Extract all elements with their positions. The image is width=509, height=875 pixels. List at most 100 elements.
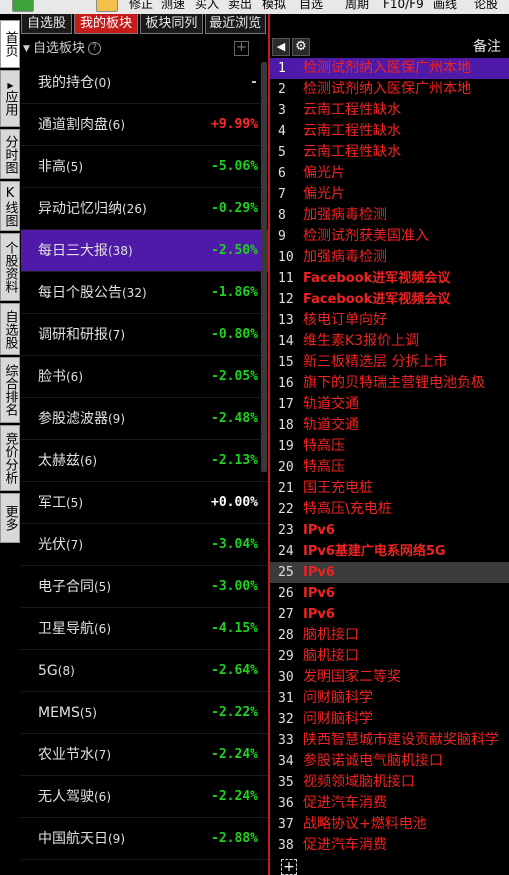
block-panel-title[interactable]: 自选板块 xyxy=(33,36,85,62)
toolbar-f10-button[interactable]: F10/F9 xyxy=(383,0,424,12)
nav-kline-label: K线图 xyxy=(2,185,18,227)
toolbar-buy-button[interactable]: 买入 xyxy=(195,0,219,12)
block-list-scrollbar[interactable] xyxy=(261,62,267,472)
note-row[interactable]: 24 IPv6基建广电系网络5G xyxy=(270,541,509,562)
block-row[interactable]: 非高(5) -5.06% xyxy=(21,146,268,188)
note-row[interactable]: 35 视频领域脑机接口 xyxy=(270,772,509,793)
note-row[interactable]: 6 偏光片 xyxy=(270,163,509,184)
note-row[interactable]: 17 轨道交通 xyxy=(270,394,509,415)
add-note-icon[interactable]: + xyxy=(281,859,297,875)
block-row[interactable]: 农业节水(7) -2.24% xyxy=(21,734,268,776)
toolbar-draw-button[interactable]: 画线 xyxy=(433,0,457,12)
tab-block-peers[interactable]: 板块同列 xyxy=(140,14,203,34)
toolbar-discuss-button[interactable]: 论股 xyxy=(474,0,498,12)
note-row[interactable]: 31 问财脑科学 xyxy=(270,688,509,709)
note-row[interactable]: 16 旗下的贝特瑞主营锂电池负极 xyxy=(270,373,509,394)
toolbar-speedtest-button[interactable]: 测速 xyxy=(161,0,185,12)
arrow-down-icon[interactable] xyxy=(96,0,118,12)
block-row[interactable]: 无人驾驶(6) -2.24% xyxy=(21,776,268,818)
toolbar-correct-button[interactable]: 修正 xyxy=(129,0,153,12)
app-icon[interactable] xyxy=(12,0,34,12)
note-row[interactable]: 34 参股诺诚电气脑机接口 xyxy=(270,751,509,772)
block-row[interactable]: 每日三大报(38) -2.50% xyxy=(21,230,268,272)
block-row[interactable]: 脸书(6) -2.05% xyxy=(21,356,268,398)
nav-apps[interactable]: ▶ 应用 xyxy=(0,70,20,127)
note-row[interactable]: 19 特高压 xyxy=(270,436,509,457)
block-row[interactable]: 参股滤波器(9) -2.48% xyxy=(21,398,268,440)
block-label: 军工(5) xyxy=(38,482,83,524)
note-row[interactable]: 20 特高压 xyxy=(270,457,509,478)
nav-kline-chart[interactable]: K线图 xyxy=(0,181,20,231)
note-row[interactable]: 11 Facebook进军视频会议 xyxy=(270,268,509,289)
note-row[interactable]: 28 脑机接口 xyxy=(270,625,509,646)
toolbar-simulate-button[interactable]: 模拟 xyxy=(262,0,286,12)
note-row[interactable]: 14 维生素K3报价上调 xyxy=(270,331,509,352)
note-number: 3 xyxy=(278,103,286,118)
tab-recent[interactable]: 最近浏览 xyxy=(204,14,266,34)
nav-stock-profile[interactable]: 个股资料 xyxy=(0,233,20,301)
note-row[interactable]: 7 偏光片 xyxy=(270,184,509,205)
block-row[interactable]: 5G(8) -2.64% xyxy=(21,650,268,692)
add-block-icon[interactable]: + xyxy=(234,41,249,56)
note-row[interactable]: 18 轨道交通 xyxy=(270,415,509,436)
note-number: 31 xyxy=(278,691,294,706)
block-name: 非高 xyxy=(38,159,66,175)
block-name: 卫星导航 xyxy=(38,621,94,637)
block-count: (5) xyxy=(79,706,97,720)
note-row[interactable]: 22 特高压\充电桩 xyxy=(270,499,509,520)
note-number: 27 xyxy=(278,607,294,622)
note-row[interactable]: 33 陕西智慧城市建设贡献奖脑科学 xyxy=(270,730,509,751)
caret-down-icon[interactable]: ▼ xyxy=(23,36,30,62)
note-row[interactable]: 32 问财脑科学 xyxy=(270,709,509,730)
block-row[interactable]: 每日个股公告(32) -1.86% xyxy=(21,272,268,314)
tab-my-blocks[interactable]: 我的板块 xyxy=(73,14,139,34)
note-row[interactable]: 27 IPv6 xyxy=(270,604,509,625)
note-row[interactable]: 38 促进汽车消费 xyxy=(270,835,509,856)
note-row[interactable]: 29 脑机接口 xyxy=(270,646,509,667)
note-row[interactable]: 25 IPv6 xyxy=(270,562,509,583)
note-row[interactable]: 5 云南工程性缺水 xyxy=(270,142,509,163)
note-row[interactable]: 36 促进汽车消费 xyxy=(270,793,509,814)
note-row[interactable]: 10 加强病毒检测 xyxy=(270,247,509,268)
block-row[interactable]: 我的持仓(0) - xyxy=(21,62,268,104)
block-row[interactable]: 通道割肉盘(6) +9.99% xyxy=(21,104,268,146)
block-row[interactable]: 军工(5) +0.00% xyxy=(21,482,268,524)
block-row[interactable]: 异动记忆归纳(26) -0.29% xyxy=(21,188,268,230)
nav-more[interactable]: 更多 xyxy=(0,493,20,543)
note-text: 视频领域脑机接口 xyxy=(303,774,415,790)
note-row[interactable]: 3 云南工程性缺水 xyxy=(270,100,509,121)
collapse-left-icon[interactable]: ◀ xyxy=(272,38,290,56)
note-row[interactable]: 30 发明国家二等奖 xyxy=(270,667,509,688)
note-row[interactable]: 4 云南工程性缺水 xyxy=(270,121,509,142)
note-row[interactable]: 21 国王充电桩 xyxy=(270,478,509,499)
toolbar-watchlist-button[interactable]: 自选 xyxy=(299,0,323,12)
block-row[interactable]: 电子合同(5) -3.00% xyxy=(21,566,268,608)
nav-auction-analysis[interactable]: 竞价分析 xyxy=(0,425,20,491)
toolbar-sell-button[interactable]: 卖出 xyxy=(228,0,252,12)
block-row[interactable]: 中国航天日(9) -2.88% xyxy=(21,818,268,860)
nav-watchlist[interactable]: 自选股 xyxy=(0,303,20,355)
note-row[interactable]: 26 IPv6 xyxy=(270,583,509,604)
note-row[interactable]: 2 检测试剂纳入医保广州本地 xyxy=(270,79,509,100)
note-row[interactable]: 12 Facebook进军视频会议 xyxy=(270,289,509,310)
note-row[interactable]: 23 IPv6 xyxy=(270,520,509,541)
block-row[interactable]: 光伏(7) -3.04% xyxy=(21,524,268,566)
note-row[interactable]: 8 加强病毒检测 xyxy=(270,205,509,226)
help-icon[interactable]: ? xyxy=(88,42,101,55)
note-row[interactable]: 37 战略协议+燃料电池 xyxy=(270,814,509,835)
note-row[interactable]: 1 检测试剂纳入医保广州本地 xyxy=(270,58,509,79)
block-name: 光伏 xyxy=(38,537,66,553)
block-row[interactable]: MEMS(5) -2.22% xyxy=(21,692,268,734)
toolbar-period-button[interactable]: 周期 xyxy=(345,0,369,12)
note-row[interactable]: 13 核电订单向好 xyxy=(270,310,509,331)
note-row[interactable]: 15 新三板精选层 分拆上市 xyxy=(270,352,509,373)
nav-home[interactable]: 首页 xyxy=(0,20,20,68)
block-row[interactable]: 太赫兹(6) -2.13% xyxy=(21,440,268,482)
tab-watchlist[interactable]: 自选股 xyxy=(21,14,72,34)
block-row[interactable]: 卫星导航(6) -4.15% xyxy=(21,608,268,650)
nav-timeshare-chart[interactable]: 分时图 xyxy=(0,129,20,179)
nav-ranking[interactable]: 综合排名 xyxy=(0,357,20,423)
block-row[interactable]: 调研和研报(7) -0.80% xyxy=(21,314,268,356)
gear-icon[interactable]: ⚙ xyxy=(292,38,310,56)
note-row[interactable]: 9 检测试剂获美国准入 xyxy=(270,226,509,247)
